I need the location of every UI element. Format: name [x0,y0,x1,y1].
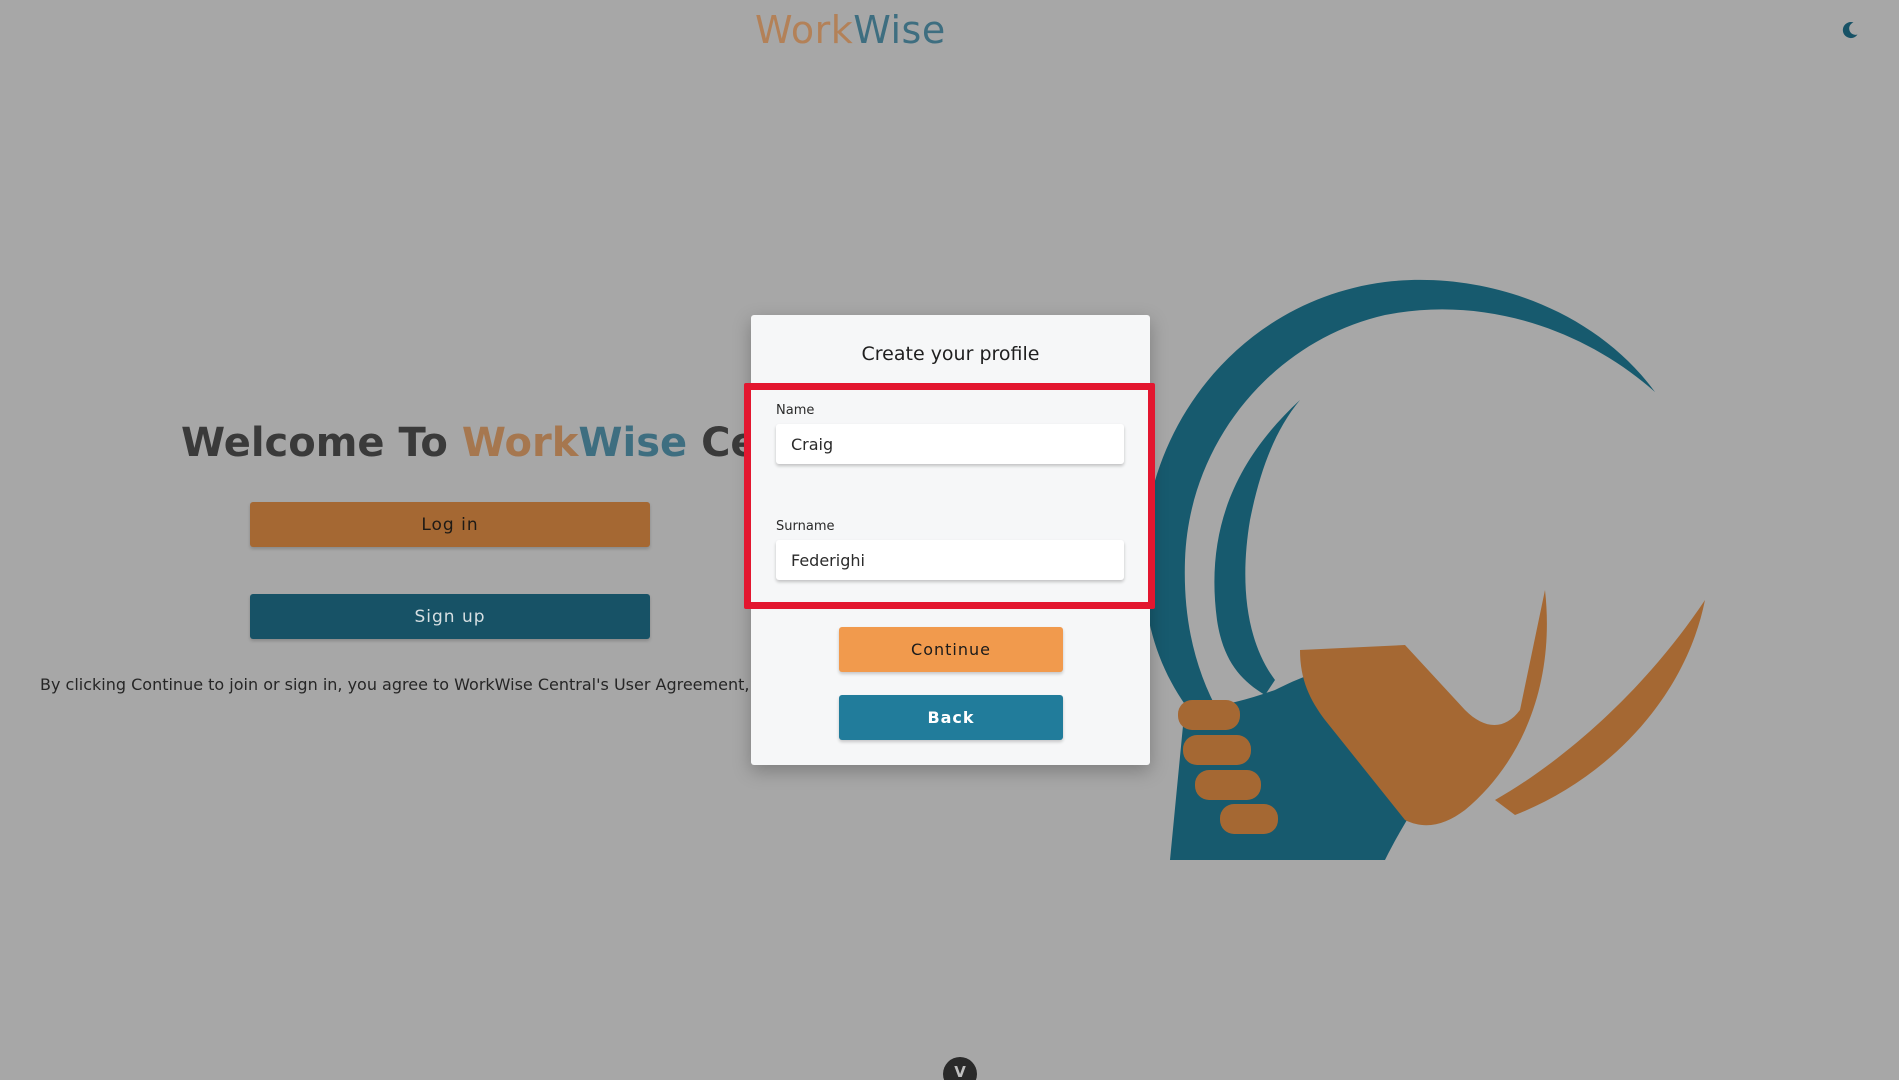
welcome-prefix: Welcome To [181,420,462,466]
welcome-brand-work: Work [461,420,579,466]
name-input[interactable] [776,424,1124,464]
brand-logo-text: WorkWise [755,8,946,52]
handshake-logo-illustration [1125,260,1735,860]
brand-work: Work [755,8,854,52]
welcome-brand-wise: Wise [578,420,688,466]
name-label: Name [776,403,815,418]
back-button[interactable]: Back [839,695,1063,740]
signup-button[interactable]: Sign up [250,594,650,639]
brand-wise: Wise [853,8,946,52]
surname-input[interactable] [776,540,1124,580]
moon-icon[interactable] [1838,18,1862,42]
create-profile-dialog: Create your profile Name Surname Continu… [744,315,1155,765]
surname-label: Surname [776,519,835,534]
dialog-title: Create your profile [861,343,1040,365]
continue-button[interactable]: Continue [839,627,1063,672]
welcome-heading: Welcome To WorkWise Central [181,420,761,466]
login-button[interactable]: Log in [250,502,650,547]
legal-agreement-text: By clicking Continue to join or sign in,… [40,675,752,694]
welcome-suffix: Central [701,420,761,466]
vue-devtools-badge[interactable]: V [943,1057,977,1080]
